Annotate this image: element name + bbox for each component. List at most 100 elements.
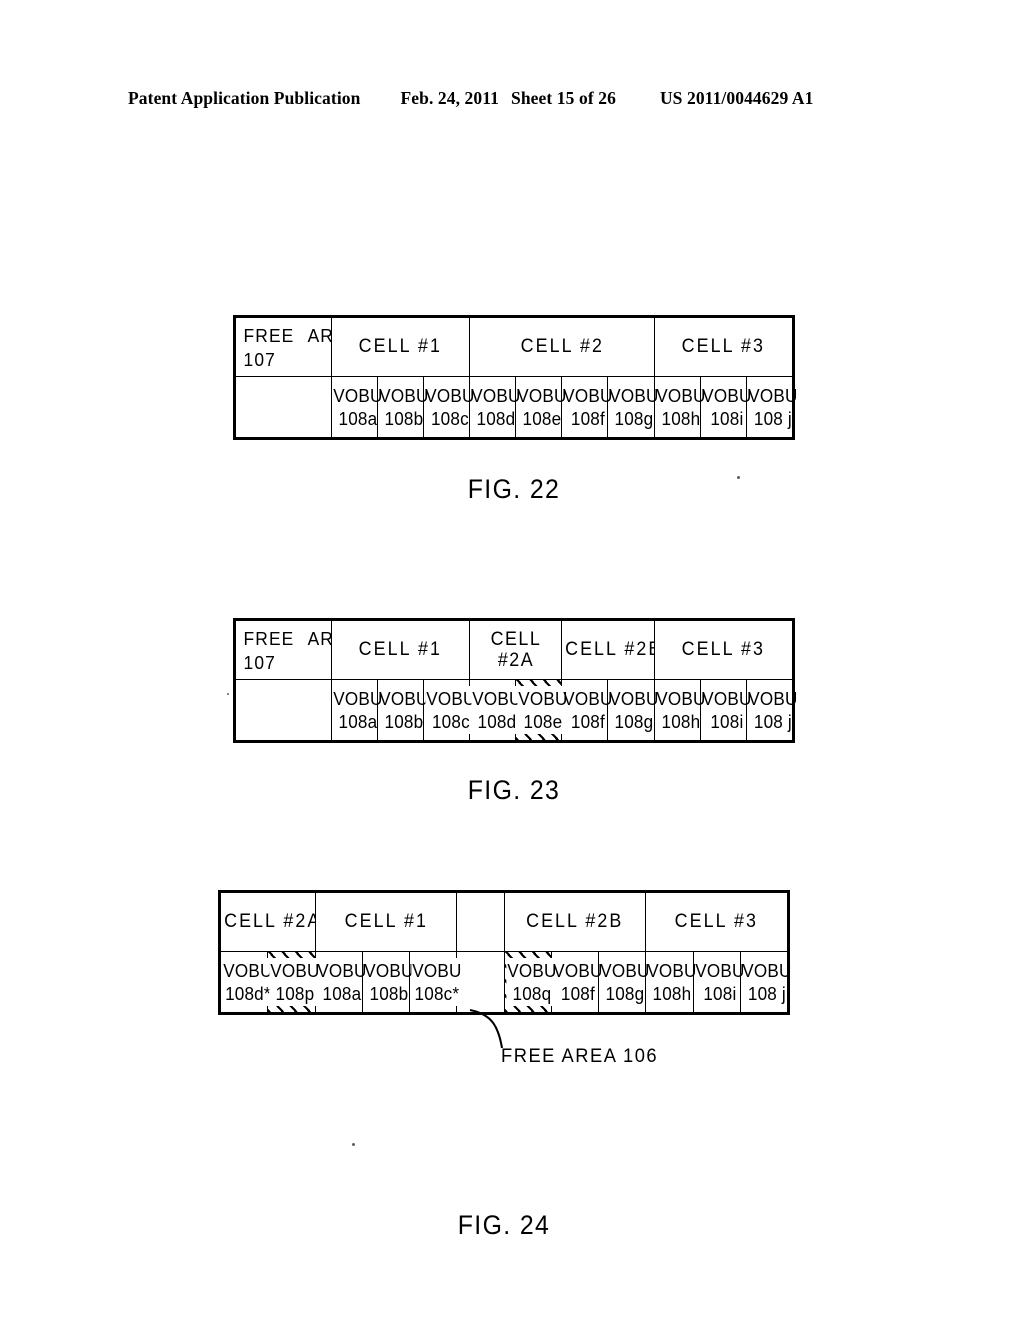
vobu-cell-108a: VOBU 108a: [330, 376, 382, 438]
cell-header-label: CELL #2B: [526, 911, 624, 932]
vobu-cell-label: VOBU 108 j: [742, 958, 791, 1007]
vobu-cell-title: VOBU: [379, 688, 429, 709]
vobu-cell-108d: VOBU 108d*: [219, 951, 274, 1013]
cell-header-label: CELL #2B: [565, 639, 663, 660]
vobu-cell-id: 108q: [512, 984, 551, 1004]
vobu-cell-id: 108d: [477, 712, 517, 732]
vobu-cell-id: 108i: [710, 712, 744, 732]
vobu-cell-label: VOBU 108c: [425, 685, 477, 735]
vobu-cell-title: VOBU: [412, 960, 462, 981]
vobu-cell-id: 108c: [432, 712, 470, 732]
vobu-cell-title: VOBU: [553, 960, 603, 981]
figure-24: CELL #2A CELL #1 CELL #2B CELL #3 VOBU 108d* V…: [218, 890, 791, 1241]
vobu-cell-id: 108a: [338, 409, 378, 429]
vobu-cell-id: 108 j: [753, 712, 792, 732]
vobu-cell-title: VOBU: [748, 385, 798, 406]
vobu-cell-label: VOBU 108i: [695, 958, 744, 1007]
vobu-cell-108g: VOBU 108g: [607, 376, 659, 438]
vobu-cell-label: VOBU 108a: [333, 686, 382, 735]
vobu-cell-108b: VOBU 108b: [361, 951, 413, 1013]
vobu-cell-label: VOBU 108g: [600, 958, 649, 1007]
vobu-cell-label: VOBU 108p: [269, 957, 321, 1007]
cell-header-cell-2b: CELL #2B: [503, 892, 647, 952]
vobu-cell-title: VOBU: [694, 960, 745, 981]
vobu-cell-title: VOBU: [333, 688, 383, 709]
vobu-cell-id: 108c*: [414, 984, 460, 1004]
vobu-cell-title: VOBU: [517, 385, 567, 406]
vobu-cell-108c: VOBU 108c*: [408, 951, 463, 1013]
vobu-cell-title: VOBU: [223, 960, 273, 981]
vobu-cell-id: 108g: [605, 984, 645, 1004]
vobu-cell-id: 108g: [614, 409, 654, 429]
free-area-word-1: FREE: [243, 325, 295, 346]
vobu-cell-title: VOBU: [506, 960, 557, 981]
cell-header-cell-3: CELL #3: [653, 620, 794, 680]
vobu-cell-108j: VOBU 108 j: [745, 679, 797, 741]
figure-23: FREEAREA107CELL #1 CELL#2A CELL #2B CELL #3…: [233, 618, 797, 806]
vobu-cell-title: VOBU: [425, 385, 475, 406]
fig22-cell-header-row: FREEAREA107CELL #1 CELL #2 CELL #3: [235, 317, 794, 377]
vobu-cell-id: 108a: [322, 984, 361, 1004]
figure-24-diagram: CELL #2A CELL #1 CELL #2B CELL #3 VOBU 108d* V…: [218, 890, 791, 1015]
vobu-cell-108f: VOBU 108f: [550, 951, 602, 1013]
vobu-cell-108g: VOBU 108g: [597, 951, 649, 1013]
vobu-cell-108c: VOBU 108c: [423, 679, 477, 741]
vobu-cell-108h: VOBU 108h: [653, 679, 705, 741]
vobu-cell-id: 108f: [571, 409, 606, 429]
vobu-cell-108i: VOBU 108i: [699, 376, 751, 438]
vobu-cell-108g: VOBU 108g: [607, 679, 659, 741]
cell-header-label: CELL #1: [344, 911, 428, 932]
vobu-cell-label: VOBU 108h: [656, 383, 705, 432]
vobu-cell-108c: VOBU 108c: [423, 376, 474, 438]
vobu-cell-108e: VOBU 108e: [515, 679, 569, 741]
fig24-vobu-row: VOBU 108d* VOBU 108p VOBU 108a VOBU 108b VOBU 108…: [219, 951, 791, 1013]
figure-22-diagram: FREEAREA107CELL #1CELL #2CELL #3VOBU108a…: [233, 315, 798, 440]
vobu-cell-title: VOBU: [316, 960, 367, 981]
vobu-cell-108i: VOBU 108i: [699, 679, 751, 741]
header-sheet: Sheet 15 of 26: [511, 88, 616, 108]
vobu-cell-label: VOBU 108h: [656, 686, 705, 735]
cell-header-cell-1: CELL #1: [330, 620, 471, 680]
vobu-cell-label: VOBU 108h: [648, 958, 697, 1007]
figure-24-caption: FIG. 24: [457, 1210, 551, 1240]
header-publication: Patent Application Publication: [128, 88, 361, 108]
vobu-cell-title: VOBU: [518, 688, 568, 709]
vobu-cell-id: 108 j: [747, 984, 786, 1004]
header-date: Feb. 24, 2011: [400, 88, 499, 108]
vobu-cell-id: 108h: [661, 409, 700, 429]
vobu-cell-label: VOBU 108e: [518, 383, 567, 432]
cell-header-label: CELL #2: [520, 336, 604, 357]
vobu-cell-108j: VOBU 108 j: [739, 951, 791, 1013]
vobu-cell-id: 108h: [661, 712, 700, 732]
vobu-cell-108e: VOBU 108e: [515, 376, 567, 438]
vobu-cell-title: VOBU: [563, 385, 613, 406]
vobu-cell-108i: VOBU 108i: [692, 951, 744, 1013]
figure-22: FREEAREA107CELL #1CELL #2CELL #3VOBU108a…: [233, 315, 798, 505]
vobu-cell-108q: VOBU 108q: [503, 951, 557, 1013]
vobu-cell-title: VOBU: [270, 960, 320, 981]
vobu-cell-label: VOBU 108g: [610, 686, 659, 735]
vobu-cell-label: VOBU 108a: [333, 383, 382, 432]
vobu-cell-id: 108d*: [225, 984, 271, 1004]
page-header: Patent Application Publication Feb. 24, …: [128, 88, 896, 109]
vobu-cell-id: 108f: [560, 984, 595, 1004]
figure-23-diagram: FREEAREA107CELL #1 CELL#2A CELL #2B CELL #3…: [233, 618, 797, 743]
scan-speck: [737, 476, 740, 479]
cell-header-label: CELL #2A: [490, 628, 542, 671]
cell-header-label: CELL #3: [681, 336, 765, 357]
fig24-table: CELL #2A CELL #1 CELL #2B CELL #3 VOBU 108d* V…: [219, 892, 791, 1013]
vobu-cell-id: 108i: [710, 409, 744, 429]
vobu-cell-label: VOBU 108b: [364, 958, 413, 1007]
vobu-cell-title: VOBU: [748, 688, 798, 709]
vobu-cell-title: VOBU: [472, 688, 522, 709]
free-area-word-1: FREE: [243, 628, 295, 649]
cell-header-cell-2b: CELL #2B: [561, 620, 661, 680]
cell-header-cell-2: CELL #2: [469, 317, 655, 377]
cell-header-cell-2a: CELL #2A: [220, 892, 319, 952]
free-area-107-cell: FREEAREA107: [235, 317, 358, 377]
vobu-cell-108d: VOBU 108d: [469, 679, 523, 741]
free-area-106-annotation: FREE AREA 106: [501, 1045, 659, 1067]
vobu-cell-id: 108g: [614, 712, 654, 732]
vobu-cell-label: VOBU 108 j: [748, 686, 797, 735]
cell-header-cell-2a: CELL #2A: [469, 620, 563, 680]
